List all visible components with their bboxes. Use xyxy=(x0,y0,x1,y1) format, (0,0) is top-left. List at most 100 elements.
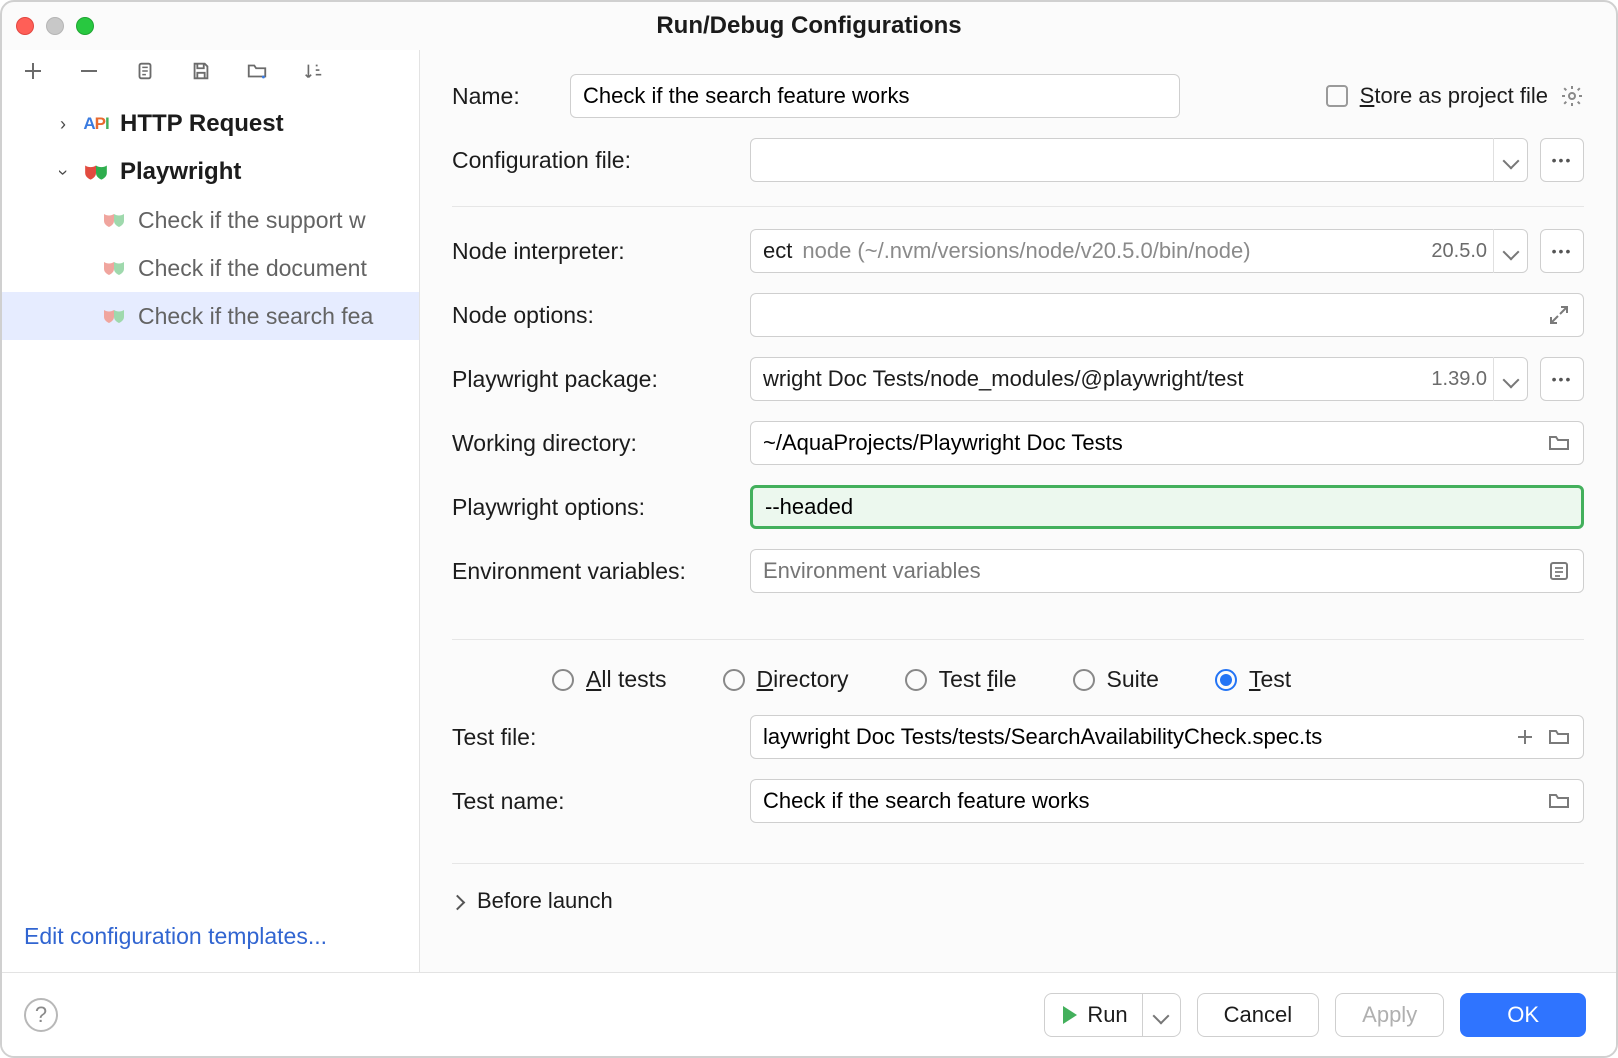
name-input[interactable] xyxy=(570,74,1180,118)
playwright-options-text[interactable] xyxy=(765,494,1569,520)
apply-button[interactable]: Apply xyxy=(1335,993,1444,1037)
test-file-label: Test file: xyxy=(452,724,732,751)
run-button[interactable]: Run xyxy=(1044,993,1180,1037)
name-label: Name: xyxy=(452,83,552,110)
store-as-project-file[interactable]: Store as project file xyxy=(1326,83,1584,109)
name-input-text[interactable] xyxy=(583,83,1167,109)
env-text[interactable] xyxy=(763,558,1547,584)
chevron-right-icon xyxy=(452,888,463,914)
name-row: Name: Store as project file xyxy=(452,74,1584,118)
workdir-label: Working directory: xyxy=(452,430,732,457)
chevron-down-icon[interactable] xyxy=(1493,138,1527,182)
playwright-options-row: Playwright options: xyxy=(452,485,1584,529)
test-name-text[interactable] xyxy=(763,788,1547,814)
config-file-label: Configuration file: xyxy=(452,147,732,174)
node-interpreter-value: node (~/.nvm/versions/node/v20.5.0/bin/n… xyxy=(802,238,1423,264)
node-interpreter-prefix: ect xyxy=(763,238,802,264)
tree-item-http-request[interactable]: › API HTTP Request xyxy=(2,100,419,148)
playwright-options-input[interactable] xyxy=(750,485,1584,529)
config-tree: › API HTTP Request › Playwright Check if… xyxy=(2,94,419,923)
tree-item-check-search[interactable]: Check if the search fea xyxy=(2,292,419,340)
chevron-down-icon[interactable] xyxy=(1493,357,1527,401)
mask-icon xyxy=(100,208,128,232)
config-file-row: Configuration file: xyxy=(452,138,1584,207)
playwright-package-value: wright Doc Tests/node_modules/@playwrigh… xyxy=(763,366,1423,392)
workdir-row: Working directory: xyxy=(452,421,1584,465)
title-bar: Run/Debug Configurations xyxy=(2,2,1616,50)
test-name-input[interactable] xyxy=(750,779,1584,823)
node-interpreter-version: 20.5.0 xyxy=(1423,240,1493,263)
add-config-icon[interactable] xyxy=(20,58,46,84)
test-file-row: Test file: xyxy=(452,715,1584,759)
folder-config-icon[interactable] xyxy=(244,58,270,84)
node-options-text[interactable] xyxy=(763,302,1547,328)
tree-item-playwright[interactable]: › Playwright xyxy=(2,148,419,196)
config-form: Name: Store as project file Configuratio… xyxy=(420,50,1616,972)
radio-test-file[interactable]: Test file xyxy=(905,666,1017,693)
node-interpreter-label: Node interpreter: xyxy=(452,238,732,265)
playwright-package-browse-button[interactable] xyxy=(1540,357,1584,401)
sidebar: › API HTTP Request › Playwright Check if… xyxy=(2,50,420,972)
sidebar-toolbar xyxy=(2,50,419,94)
run-icon xyxy=(1063,1006,1077,1024)
mask-icon xyxy=(100,256,128,280)
mask-icon xyxy=(82,160,110,184)
workdir-text[interactable] xyxy=(763,430,1547,456)
chevron-right-icon: › xyxy=(54,114,72,135)
folder-icon[interactable] xyxy=(1547,431,1571,455)
tree-item-check-document[interactable]: Check if the document xyxy=(2,244,419,292)
tree-item-check-support[interactable]: Check if the support w xyxy=(2,196,419,244)
list-icon[interactable] xyxy=(1547,559,1571,583)
folder-icon[interactable] xyxy=(1547,725,1571,749)
edit-templates-link[interactable]: Edit configuration templates... xyxy=(24,923,327,949)
folder-icon[interactable] xyxy=(1547,789,1571,813)
node-options-input[interactable] xyxy=(750,293,1584,337)
mask-icon xyxy=(100,304,128,328)
radio-all-tests[interactable]: All tests xyxy=(552,666,667,693)
workdir-input[interactable] xyxy=(750,421,1584,465)
gear-icon[interactable] xyxy=(1560,84,1584,108)
expand-icon[interactable] xyxy=(1547,303,1571,327)
playwright-package-row: Playwright package: wright Doc Tests/nod… xyxy=(452,357,1584,401)
plus-icon[interactable] xyxy=(1513,725,1537,749)
copy-config-icon[interactable] xyxy=(132,58,158,84)
node-interpreter-browse-button[interactable] xyxy=(1540,229,1584,273)
run-label: Run xyxy=(1087,1002,1127,1028)
radio-test[interactable]: Test xyxy=(1215,666,1291,693)
before-launch-label: Before launch xyxy=(477,888,613,914)
dialog-body: › API HTTP Request › Playwright Check if… xyxy=(2,50,1616,972)
node-options-label: Node options: xyxy=(452,302,732,329)
save-config-icon[interactable] xyxy=(188,58,214,84)
config-file-text[interactable] xyxy=(763,147,1493,173)
help-button[interactable]: ? xyxy=(24,998,58,1032)
playwright-package-version: 1.39.0 xyxy=(1423,368,1493,391)
test-scope-radio-group: All tests Directory Test file Suite Test xyxy=(452,639,1584,693)
playwright-package-combo[interactable]: wright Doc Tests/node_modules/@playwrigh… xyxy=(750,357,1528,401)
store-checkbox[interactable] xyxy=(1326,85,1348,107)
sidebar-footer: Edit configuration templates... xyxy=(2,923,419,972)
node-interpreter-combo[interactable]: ect node (~/.nvm/versions/node/v20.5.0/b… xyxy=(750,229,1528,273)
before-launch-section[interactable]: Before launch xyxy=(452,863,1584,914)
test-file-input[interactable] xyxy=(750,715,1584,759)
window-title: Run/Debug Configurations xyxy=(2,12,1616,40)
config-file-browse-button[interactable] xyxy=(1540,138,1584,182)
radio-directory[interactable]: Directory xyxy=(723,666,849,693)
env-label: Environment variables: xyxy=(452,558,732,585)
store-label: Store as project file xyxy=(1360,83,1548,109)
node-options-row: Node options: xyxy=(452,293,1584,337)
run-dropdown[interactable] xyxy=(1142,994,1180,1036)
radio-suite[interactable]: Suite xyxy=(1073,666,1159,693)
test-name-label: Test name: xyxy=(452,788,732,815)
ok-button[interactable]: OK xyxy=(1460,993,1586,1037)
playwright-package-label: Playwright package: xyxy=(452,366,732,393)
chevron-down-icon: › xyxy=(53,163,74,181)
remove-config-icon[interactable] xyxy=(76,58,102,84)
env-input[interactable] xyxy=(750,549,1584,593)
env-row: Environment variables: xyxy=(452,549,1584,593)
api-icon: API xyxy=(82,112,110,136)
config-file-input[interactable] xyxy=(750,138,1528,182)
cancel-button[interactable]: Cancel xyxy=(1197,993,1319,1037)
test-file-text[interactable] xyxy=(763,724,1513,750)
sort-config-icon[interactable] xyxy=(300,58,326,84)
chevron-down-icon[interactable] xyxy=(1493,229,1527,273)
